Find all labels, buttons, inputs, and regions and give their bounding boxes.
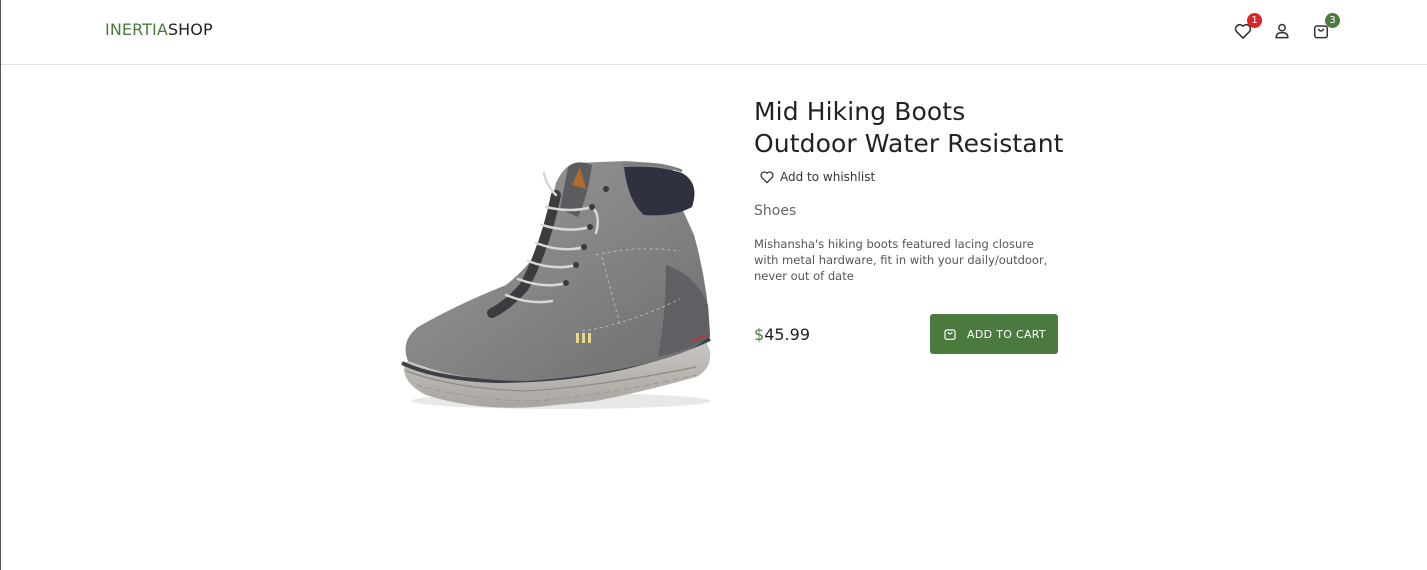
price-value: 45.99	[764, 325, 810, 344]
wishlist-link[interactable]: 1	[1233, 13, 1262, 41]
product-price: $45.99	[754, 325, 810, 344]
add-to-wishlist-link[interactable]: Add to whishlist	[754, 168, 1064, 186]
site-header: INERTIASHOP 1 3	[1, 0, 1427, 65]
wishlist-count-badge: 1	[1247, 13, 1262, 28]
account-link[interactable]	[1272, 21, 1292, 41]
shopping-bag-icon	[942, 326, 967, 342]
cart-count-badge: 3	[1325, 13, 1340, 28]
site-logo[interactable]: INERTIASHOP	[105, 20, 213, 39]
add-to-wishlist-label: Add to whishlist	[780, 170, 876, 184]
add-to-cart-button[interactable]: ADD TO CART	[930, 314, 1058, 354]
page: INERTIASHOP 1 3 Mid Hiking Boots Outdoor…	[0, 0, 1427, 570]
product-description: Mishansha's hiking boots featured lacing…	[754, 237, 1048, 283]
heart-icon	[759, 169, 775, 185]
price-row: $45.99 ADD TO CART	[754, 314, 1059, 358]
currency-symbol: $	[754, 325, 765, 344]
logo-part-inertia: INERTIA	[105, 20, 168, 39]
product-title: Mid Hiking Boots Outdoor Water Resistant	[754, 97, 1064, 158]
hiking-boot-image	[396, 155, 716, 420]
cart-link[interactable]: 3	[1311, 13, 1340, 41]
logo-part-shop: SHOP	[167, 20, 213, 39]
product-info: Mid Hiking Boots Outdoor Water Resistant…	[754, 96, 1064, 358]
add-to-cart-label: ADD TO CART	[967, 327, 1046, 341]
product-category: Shoes	[754, 203, 797, 219]
user-icon	[1272, 21, 1292, 41]
